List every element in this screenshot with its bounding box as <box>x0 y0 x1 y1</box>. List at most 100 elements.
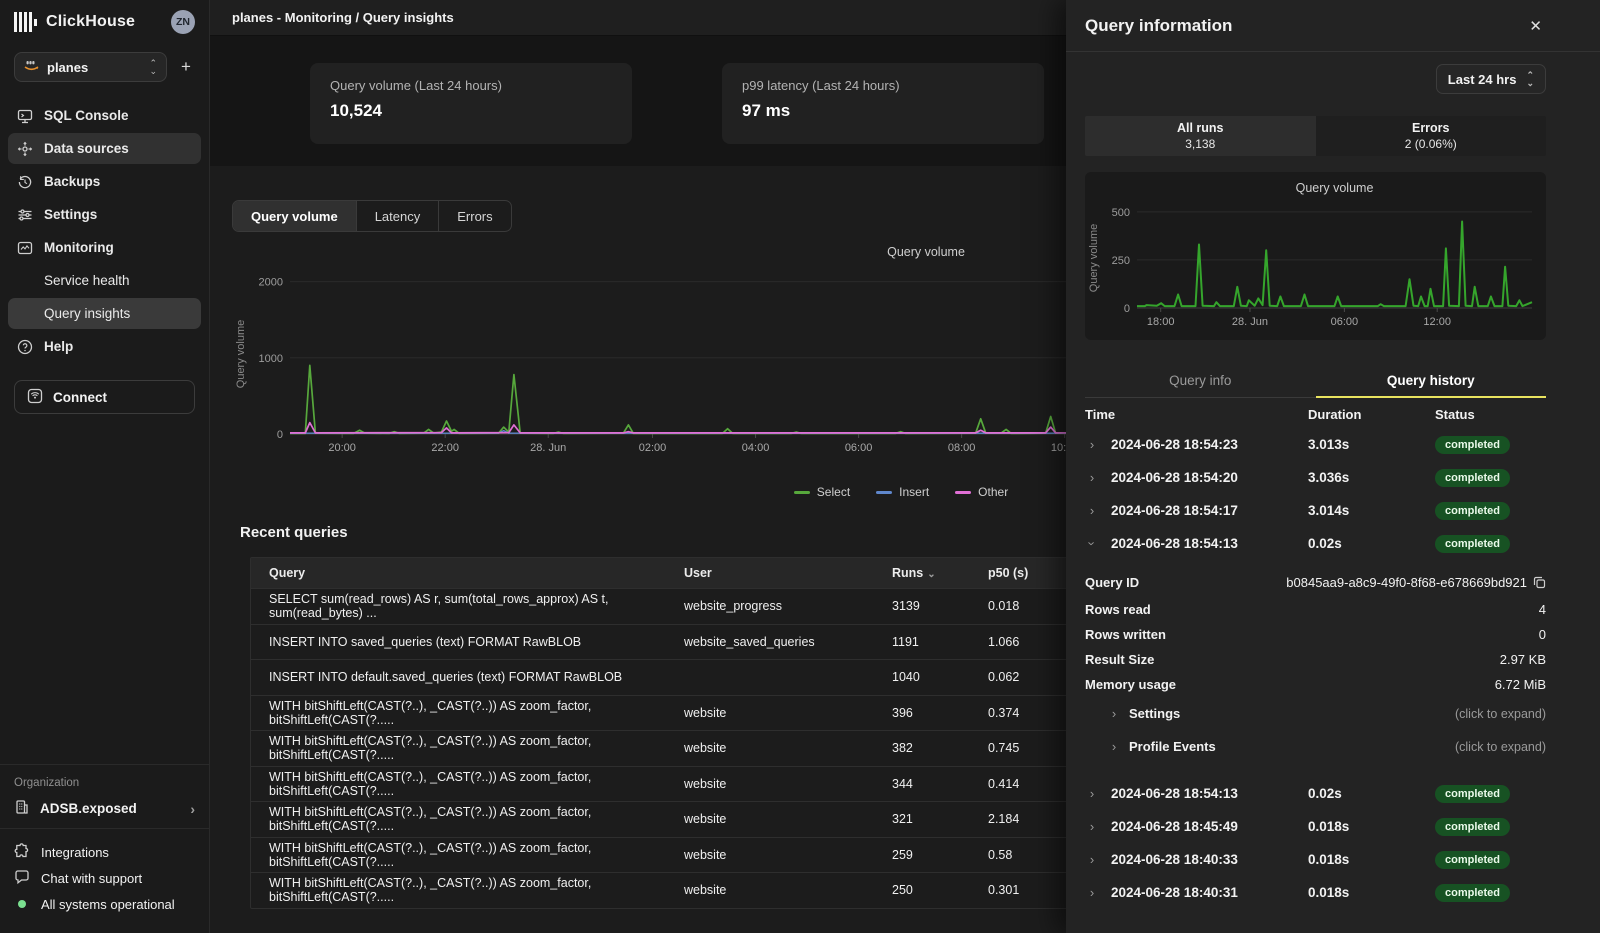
brand-name: ClickHouse <box>46 13 162 31</box>
svg-text:Query volume: Query volume <box>235 320 247 388</box>
workspace-select[interactable]: planes ⌃⌄ <box>14 52 167 82</box>
stat-card-query-volume: Query volume (Last 24 hours) 10,524 <box>310 63 632 144</box>
detail-fields: Rows read 4 Rows written 0 Result Size 2… <box>1085 597 1546 697</box>
system-status-item[interactable]: All systems operational <box>14 891 195 917</box>
stat-label: p99 latency (Last 24 hours) <box>742 78 1024 93</box>
status-badge-cell: completed <box>1435 534 1546 553</box>
table-row[interactable]: WITH bitShiftLeft(CAST(?..), _CAST(?..))… <box>251 801 1075 837</box>
status-badge: completed <box>1435 818 1510 836</box>
col-query[interactable]: Query <box>269 566 684 580</box>
chevron-right-icon: › <box>1085 885 1099 900</box>
sidebar-item-service-health[interactable]: Service health <box>8 265 201 296</box>
chevron-right-icon: › <box>1085 537 1100 551</box>
tab-query-history[interactable]: Query history <box>1316 364 1547 397</box>
history-row[interactable]: › 2024-06-28 18:54:23 3.013s completed <box>1085 428 1546 461</box>
cell-user: website_progress <box>684 599 892 613</box>
organization-label: Organization <box>14 777 195 789</box>
errors-count: 2 (0.06%) <box>1405 137 1457 151</box>
workspace-name: planes <box>47 60 141 75</box>
svg-text:06:00: 06:00 <box>1331 316 1359 328</box>
sidebar-item-label: Data sources <box>44 141 129 156</box>
svg-text:22:00: 22:00 <box>431 442 459 454</box>
close-icon[interactable]: ✕ <box>1525 13 1546 39</box>
detail-label: Rows read <box>1085 602 1151 617</box>
history-header: Time Duration Status <box>1085 398 1546 428</box>
chat-support-item[interactable]: Chat with support <box>14 865 195 891</box>
expander-row[interactable]: › Profile Events (click to expand) <box>1085 730 1546 763</box>
legend-other[interactable]: Other <box>955 485 1008 499</box>
detail-value: 4 <box>1539 602 1546 617</box>
cell-query: WITH bitShiftLeft(CAST(?..), _CAST(?..))… <box>269 770 684 798</box>
col-runs[interactable]: Runs⌄ <box>892 566 988 580</box>
history-duration: 0.018s <box>1308 852 1435 867</box>
sidebar-item-help[interactable]: Help <box>8 331 201 362</box>
backups-icon <box>17 174 33 190</box>
history-row[interactable]: › 2024-06-28 18:54:13 0.02s completed <box>1085 527 1546 560</box>
history-row[interactable]: › 2024-06-28 18:45:49 0.018s completed <box>1085 810 1546 843</box>
svg-text:500: 500 <box>1112 207 1130 219</box>
tab-latency[interactable]: Latency <box>357 201 440 231</box>
table-row[interactable]: SELECT sum(read_rows) AS r, sum(total_ro… <box>251 588 1075 624</box>
all-runs-count: 3,138 <box>1185 137 1215 151</box>
panel-title: Query information <box>1085 16 1525 36</box>
status-badge-cell: completed <box>1435 468 1546 487</box>
tab-query-info[interactable]: Query info <box>1085 364 1316 397</box>
history-row[interactable]: › 2024-06-28 18:40:33 0.018s completed <box>1085 843 1546 876</box>
system-status-label: All systems operational <box>41 897 175 912</box>
chevron-right-icon: › <box>1107 739 1121 754</box>
svg-text:Query volume: Query volume <box>887 245 965 259</box>
table-row[interactable]: INSERT INTO saved_queries (text) FORMAT … <box>251 624 1075 660</box>
chevron-updown-icon: ⌃⌄ <box>1526 71 1534 87</box>
col-user[interactable]: User <box>684 566 892 580</box>
sidebar-item-backups[interactable]: Backups <box>8 166 201 197</box>
sidebar-item-query-insights[interactable]: Query insights <box>8 298 201 329</box>
sidebar-item-settings[interactable]: Settings <box>8 199 201 230</box>
chart-tab-group: Query volume Latency Errors <box>232 200 512 232</box>
table-row[interactable]: WITH bitShiftLeft(CAST(?..), _CAST(?..))… <box>251 730 1075 766</box>
organization-item[interactable]: ADSB.exposed › <box>14 799 195 818</box>
table-row[interactable]: WITH bitShiftLeft(CAST(?..), _CAST(?..))… <box>251 695 1075 731</box>
status-badge: completed <box>1435 469 1510 487</box>
connect-button[interactable]: Connect <box>14 380 195 414</box>
status-badge: completed <box>1435 502 1510 520</box>
expander-hint: (click to expand) <box>1455 707 1546 721</box>
sidebar-item-sql-console[interactable]: SQL Console <box>8 100 201 131</box>
history-row[interactable]: › 2024-06-28 18:54:20 3.036s completed <box>1085 461 1546 494</box>
sidebar-item-monitoring[interactable]: Monitoring <box>8 232 201 263</box>
tab-errors[interactable]: Errors <box>439 201 510 231</box>
table-row[interactable]: WITH bitShiftLeft(CAST(?..), _CAST(?..))… <box>251 837 1075 873</box>
history-row[interactable]: › 2024-06-28 18:54:17 3.014s completed <box>1085 494 1546 527</box>
table-row[interactable]: WITH bitShiftLeft(CAST(?..), _CAST(?..))… <box>251 872 1075 908</box>
sidebar-item-data-sources[interactable]: Data sources <box>8 133 201 164</box>
add-workspace-button[interactable]: + <box>177 57 195 77</box>
console-icon <box>17 108 33 124</box>
history-duration: 0.02s <box>1308 786 1435 801</box>
status-badge: completed <box>1435 851 1510 869</box>
table-row[interactable]: WITH bitShiftLeft(CAST(?..), _CAST(?..))… <box>251 766 1075 802</box>
legend-select[interactable]: Select <box>794 485 850 499</box>
detail-expanders: › Settings (click to expand) › Profile E… <box>1085 697 1546 763</box>
tab-all-runs[interactable]: All runs 3,138 <box>1085 116 1316 156</box>
status-badge-cell: completed <box>1435 883 1546 902</box>
tab-errors-count[interactable]: Errors 2 (0.06%) <box>1316 116 1547 156</box>
user-avatar[interactable]: ZN <box>171 10 195 34</box>
history-row[interactable]: › 2024-06-28 18:54:13 0.02s completed <box>1085 777 1546 810</box>
expander-row[interactable]: › Settings (click to expand) <box>1085 697 1546 730</box>
cell-query: WITH bitShiftLeft(CAST(?..), _CAST(?..))… <box>269 805 684 833</box>
integrations-item[interactable]: Integrations <box>14 839 195 865</box>
cell-query: INSERT INTO default.saved_queries (text)… <box>269 670 684 684</box>
sidebar-nav: SQL Console Data sources Backups Setting… <box>0 96 209 368</box>
svg-text:12:00: 12:00 <box>1423 316 1451 328</box>
tab-query-volume[interactable]: Query volume <box>233 201 357 231</box>
copy-icon[interactable] <box>1533 576 1546 589</box>
cell-p50: 0.58 <box>988 848 1057 862</box>
time-range-select[interactable]: Last 24 hrs ⌃⌄ <box>1436 64 1546 94</box>
status-badge: completed <box>1435 785 1510 803</box>
cell-query: WITH bitShiftLeft(CAST(?..), _CAST(?..))… <box>269 699 684 727</box>
sidebar: ClickHouse ZN planes ⌃⌄ + SQL Console Da… <box>0 0 210 933</box>
history-row[interactable]: › 2024-06-28 18:40:31 0.018s completed <box>1085 876 1546 909</box>
select-swatch-icon <box>794 491 810 494</box>
table-row[interactable]: INSERT INTO default.saved_queries (text)… <box>251 659 1075 695</box>
col-p50[interactable]: p50 (s) <box>988 566 1057 580</box>
legend-insert[interactable]: Insert <box>876 485 929 499</box>
